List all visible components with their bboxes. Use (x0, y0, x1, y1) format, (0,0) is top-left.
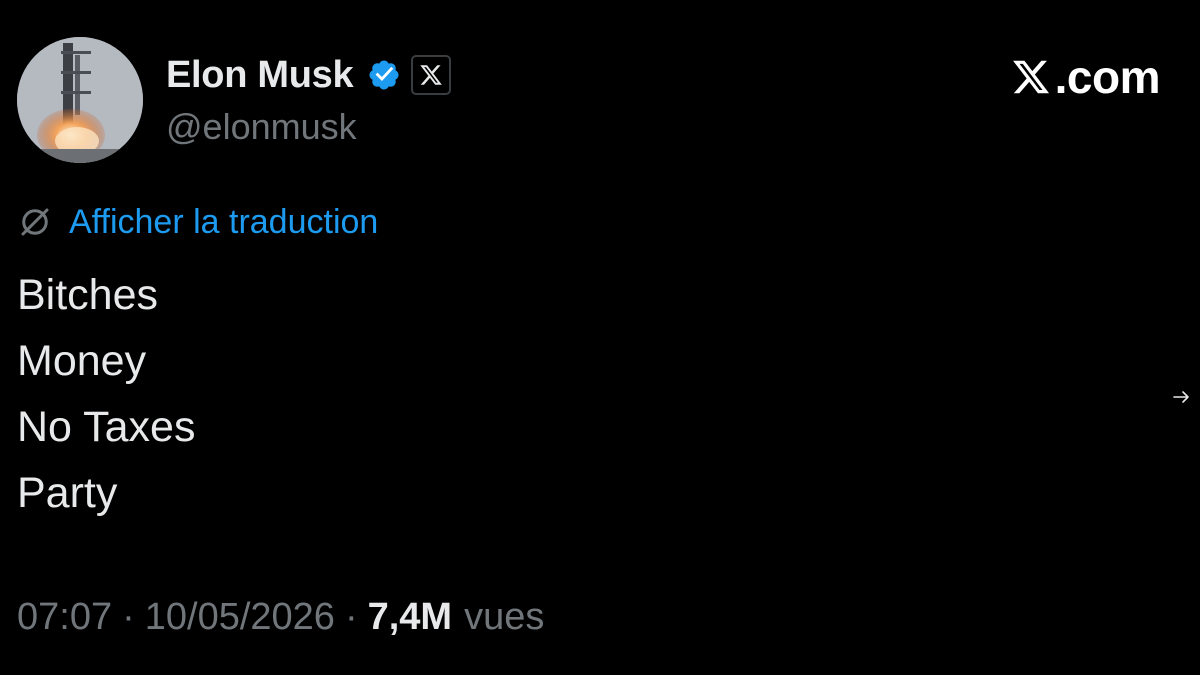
tweet-line: Party (17, 469, 118, 517)
author-display-name[interactable]: Elon Musk (166, 54, 354, 97)
tweet-meta: 07:07 · 10/05/2026 · 7,4M vues (17, 596, 544, 639)
author-name-row: Elon Musk (166, 52, 452, 98)
tweet-line: No Taxes (17, 403, 196, 451)
author-handle[interactable]: @elonmusk (166, 106, 357, 148)
arrow-right-icon[interactable] (1172, 388, 1192, 406)
tweet-time[interactable]: 07:07 (17, 596, 112, 639)
views-label[interactable]: vues (464, 596, 544, 639)
views-count[interactable]: 7,4M (368, 596, 452, 639)
brand-logo: .com (1009, 51, 1161, 103)
tweet-date[interactable]: 10/05/2026 (145, 596, 335, 639)
tweet-line: Money (17, 337, 147, 385)
verified-badge-icon (369, 60, 399, 90)
show-translation-link[interactable]: Afficher la traduction (69, 203, 378, 242)
globe-icon (21, 208, 49, 236)
avatar[interactable] (17, 37, 143, 163)
x-logo-icon (420, 65, 443, 85)
translate-row[interactable]: Afficher la traduction (17, 200, 378, 244)
brand-text: .com (1054, 51, 1161, 103)
tweet-text: Bitches Money No Taxes Party (17, 262, 195, 526)
rocket-launch-avatar-icon (17, 37, 143, 163)
x-logo-icon (1012, 60, 1049, 94)
tweet-line: Bitches (17, 271, 159, 319)
meta-separator: · (344, 596, 358, 638)
meta-separator: · (122, 596, 135, 638)
affiliation-badge[interactable] (411, 55, 452, 95)
